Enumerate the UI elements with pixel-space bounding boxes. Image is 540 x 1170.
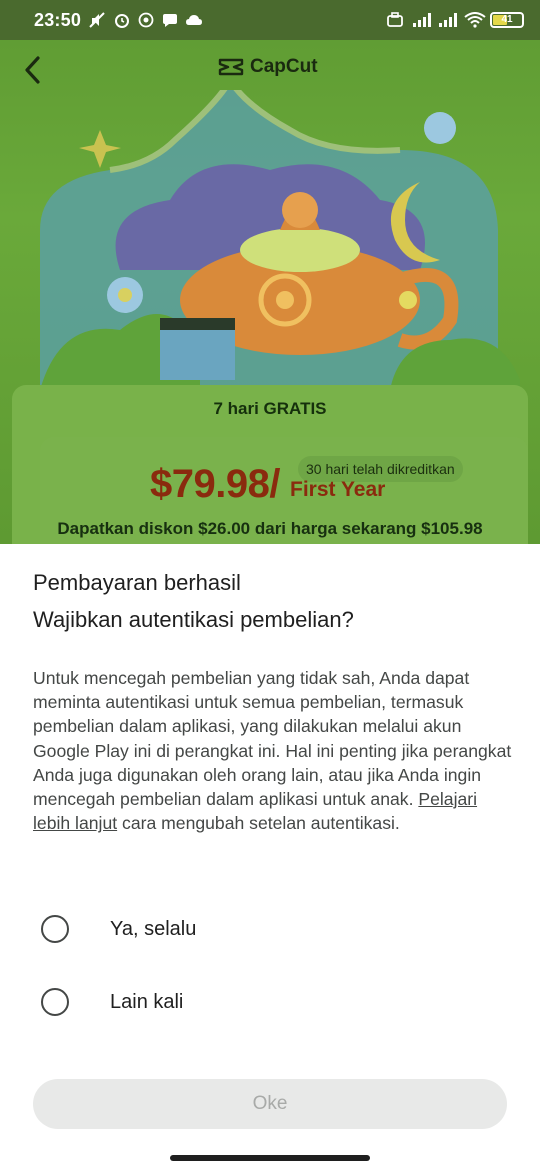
radio-unchecked-icon[interactable]: [41, 915, 69, 943]
logo-text: CapCut: [250, 56, 318, 77]
offer-discount: Dapatkan diskon $26.00 dari harga sekara…: [57, 519, 483, 538]
battery-icon: 41: [490, 12, 524, 28]
dialog-body: Untuk mencegah pembelian yang tidak sah,…: [33, 666, 513, 835]
dialog-body-suffix: cara mengubah setelan autentikasi.: [122, 813, 400, 834]
capcut-logo-icon: [218, 58, 244, 76]
wifi-icon: [464, 12, 486, 28]
option-always[interactable]: Ya, selalu: [28, 901, 508, 957]
whatsapp-icon: [137, 12, 155, 28]
background-app: 23:50 41 CapCut 7 hari GRATIS 30 hari te…: [0, 0, 540, 544]
home-indicator[interactable]: [170, 1155, 370, 1161]
offer-trial: 7 hari GRATIS: [213, 399, 327, 418]
option-later[interactable]: Lain kali: [28, 974, 508, 1030]
back-button[interactable]: [18, 52, 50, 88]
status-time: 23:50: [34, 9, 82, 30]
battery-level: 41: [501, 14, 513, 25]
signal-icon-2: [438, 12, 457, 28]
dialog-question: Wajibkan autentikasi pembelian?: [33, 607, 354, 632]
alarm-icon: [113, 12, 131, 28]
purchase-auth-sheet: Pembayaran berhasil Wajibkan autentikasi…: [0, 544, 540, 1170]
signal-icon: [412, 12, 431, 28]
cloud-icon: [185, 12, 203, 28]
option-label: Ya, selalu: [110, 917, 197, 940]
chevron-left-icon: [25, 56, 40, 84]
mute-icon: [89, 12, 107, 28]
briefcase-icon: [386, 12, 404, 28]
radio-unchecked-icon[interactable]: [41, 988, 69, 1016]
ok-button[interactable]: Oke: [33, 1079, 507, 1129]
hero-illustration: [40, 90, 520, 390]
option-label: Lain kali: [110, 990, 184, 1013]
status-bar: 23:50 41: [0, 0, 540, 40]
dialog-body-text: Untuk mencegah pembelian yang tidak sah,…: [33, 668, 512, 810]
dialog-title: Pembayaran berhasil: [33, 570, 241, 595]
offer-price: $79.98/: [150, 462, 280, 506]
offer-term: First Year: [290, 478, 386, 501]
message-icon: [161, 12, 179, 28]
capcut-logo: CapCut: [218, 56, 318, 78]
